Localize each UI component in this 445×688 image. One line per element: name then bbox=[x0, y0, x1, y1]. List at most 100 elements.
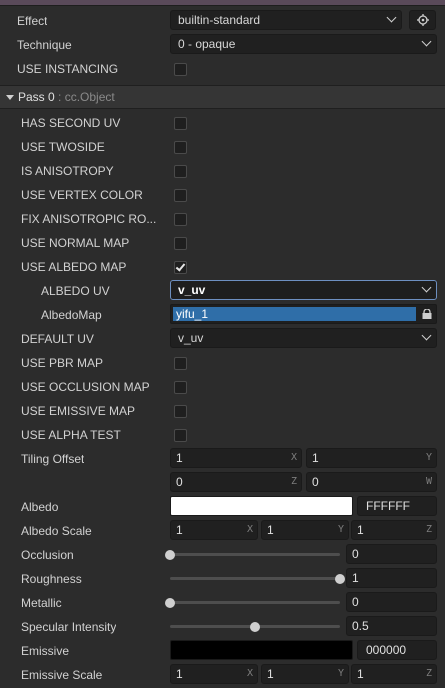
roughness-value: 1 bbox=[352, 571, 359, 585]
roughness-input[interactable]: 1 bbox=[346, 568, 437, 588]
tiling-y-input[interactable]: 1Y bbox=[306, 448, 437, 468]
metallic-slider-knob[interactable] bbox=[165, 598, 175, 608]
albedo-scale-z-input[interactable]: 1Z bbox=[351, 520, 437, 540]
albedo-uv-row: ALBEDO UV v_uv bbox=[0, 280, 445, 302]
use-occlusion-map-checkbox[interactable] bbox=[174, 381, 187, 394]
define-row: IS ANISOTROPY bbox=[0, 160, 445, 182]
albedo-scale-y-input[interactable]: 1Y bbox=[261, 520, 349, 540]
metallic-input[interactable]: 0 bbox=[346, 592, 437, 612]
axis-y-label: Y bbox=[337, 524, 344, 535]
offset-z-input[interactable]: 0Z bbox=[170, 472, 302, 492]
emissive-scale-y-input[interactable]: 1Y bbox=[261, 664, 349, 684]
define-label: IS ANISOTROPY bbox=[21, 164, 114, 178]
technique-value: 0 - opaque bbox=[178, 37, 236, 51]
specular-label: Specular Intensity bbox=[21, 620, 117, 634]
albedo-scale-x-value: 1 bbox=[176, 523, 183, 537]
define-row: FIX ANISOTROPIC RO... bbox=[0, 208, 445, 230]
offset-w-input[interactable]: 0W bbox=[306, 472, 437, 492]
chevron-down-icon bbox=[421, 330, 432, 341]
locate-target-button[interactable] bbox=[409, 10, 436, 30]
tiling-x-value: 1 bbox=[176, 451, 183, 465]
specular-slider-knob[interactable] bbox=[250, 622, 260, 632]
occlusion-slider[interactable] bbox=[170, 553, 340, 556]
albedo-scale-z-value: 1 bbox=[357, 523, 364, 537]
pass-0-header[interactable]: Pass 0 : cc.Object bbox=[0, 85, 445, 109]
emissive-hex-input[interactable]: 000000 bbox=[357, 640, 437, 660]
emissive-scale-x-value: 1 bbox=[176, 667, 183, 681]
use-normal-map-checkbox[interactable] bbox=[174, 237, 187, 250]
caret-down-icon bbox=[6, 95, 14, 100]
fix-anisotropic-checkbox[interactable] bbox=[174, 213, 187, 226]
is-anisotropy-checkbox[interactable] bbox=[174, 165, 187, 178]
axis-z-label: Z bbox=[425, 524, 432, 535]
define-label: HAS SECOND UV bbox=[21, 116, 121, 130]
offset-z-value: 0 bbox=[176, 475, 183, 489]
albedo-map-label: AlbedoMap bbox=[41, 308, 102, 322]
pass-type: : cc.Object bbox=[58, 90, 115, 104]
occlusion-row: Occlusion 0 bbox=[0, 544, 445, 566]
axis-x-label: X bbox=[290, 452, 297, 463]
use-emissive-map-checkbox[interactable] bbox=[174, 405, 187, 418]
tiling-x-input[interactable]: 1X bbox=[170, 448, 302, 468]
pass-title: Pass 0 : cc.Object bbox=[18, 86, 115, 109]
albedo-map-row: AlbedoMap yifu_1 bbox=[0, 304, 445, 326]
define-row: USE PBR MAP bbox=[0, 352, 445, 374]
roughness-slider-knob[interactable] bbox=[335, 574, 345, 584]
axis-z-label: Z bbox=[425, 668, 432, 679]
emissive-color-swatch[interactable] bbox=[170, 640, 353, 660]
specular-input[interactable]: 0.5 bbox=[346, 616, 437, 636]
emissive-label: Emissive bbox=[21, 644, 70, 658]
axis-z-label: Z bbox=[290, 476, 297, 487]
axis-y-label: Y bbox=[337, 668, 344, 679]
roughness-label: Roughness bbox=[21, 572, 82, 586]
use-alpha-test-checkbox[interactable] bbox=[174, 429, 187, 442]
occlusion-input[interactable]: 0 bbox=[346, 544, 437, 564]
occlusion-slider-knob[interactable] bbox=[165, 550, 175, 560]
metallic-row: Metallic 0 bbox=[0, 592, 445, 614]
use-twoside-checkbox[interactable] bbox=[174, 141, 187, 154]
use-instancing-row: USE INSTANCING bbox=[0, 58, 445, 80]
locate-target-icon bbox=[416, 14, 429, 26]
metallic-slider[interactable] bbox=[170, 601, 340, 604]
emissive-scale-row: Emissive Scale 1X 1Y 1Z bbox=[0, 664, 445, 686]
albedo-label: Albedo bbox=[21, 500, 59, 514]
use-instancing-checkbox[interactable] bbox=[174, 63, 187, 76]
emissive-scale-y-value: 1 bbox=[267, 667, 274, 681]
define-label: USE ALPHA TEST bbox=[21, 428, 121, 442]
define-label: USE EMISSIVE MAP bbox=[21, 404, 136, 418]
define-label: USE TWOSIDE bbox=[21, 140, 105, 154]
define-row: HAS SECOND UV bbox=[0, 112, 445, 134]
occlusion-value: 0 bbox=[352, 547, 359, 561]
albedo-hex-input[interactable]: FFFFFF bbox=[357, 496, 437, 516]
specular-value: 0.5 bbox=[352, 619, 369, 633]
use-pbr-map-checkbox[interactable] bbox=[174, 357, 187, 370]
albedo-scale-y-value: 1 bbox=[267, 523, 274, 537]
lock-icon[interactable] bbox=[421, 309, 433, 319]
tiling-y-value: 1 bbox=[312, 451, 319, 465]
albedo-map-asset-field[interactable]: yifu_1 bbox=[170, 304, 437, 324]
emissive-scale-x-input[interactable]: 1X bbox=[170, 664, 258, 684]
roughness-slider[interactable] bbox=[170, 577, 340, 580]
has-second-uv-checkbox[interactable] bbox=[174, 117, 187, 130]
technique-row: Technique 0 - opaque bbox=[0, 34, 445, 56]
use-instancing-label: USE INSTANCING bbox=[17, 62, 119, 76]
axis-x-label: X bbox=[246, 524, 253, 535]
albedo-color-swatch[interactable] bbox=[170, 496, 353, 516]
define-label: USE PBR MAP bbox=[21, 356, 104, 370]
albedo-scale-x-input[interactable]: 1X bbox=[170, 520, 258, 540]
default-uv-select[interactable]: v_uv bbox=[170, 328, 437, 348]
chevron-down-icon bbox=[421, 282, 432, 293]
define-row: USE NORMAL MAP bbox=[0, 232, 445, 254]
emissive-scale-z-input[interactable]: 1Z bbox=[351, 664, 437, 684]
effect-select[interactable]: builtin-standard bbox=[170, 10, 402, 30]
albedo-uv-select[interactable]: v_uv bbox=[170, 280, 437, 300]
technique-select[interactable]: 0 - opaque bbox=[170, 34, 437, 54]
define-label: USE ALBEDO MAP bbox=[21, 260, 127, 274]
define-label: USE NORMAL MAP bbox=[21, 236, 130, 250]
use-albedo-map-checkbox[interactable] bbox=[174, 261, 187, 274]
use-vertex-color-checkbox[interactable] bbox=[174, 189, 187, 202]
albedo-scale-row: Albedo Scale 1X 1Y 1Z bbox=[0, 520, 445, 542]
define-label: FIX ANISOTROPIC RO... bbox=[21, 212, 157, 226]
effect-label: Effect bbox=[17, 14, 48, 28]
checkmark-icon bbox=[175, 261, 186, 272]
